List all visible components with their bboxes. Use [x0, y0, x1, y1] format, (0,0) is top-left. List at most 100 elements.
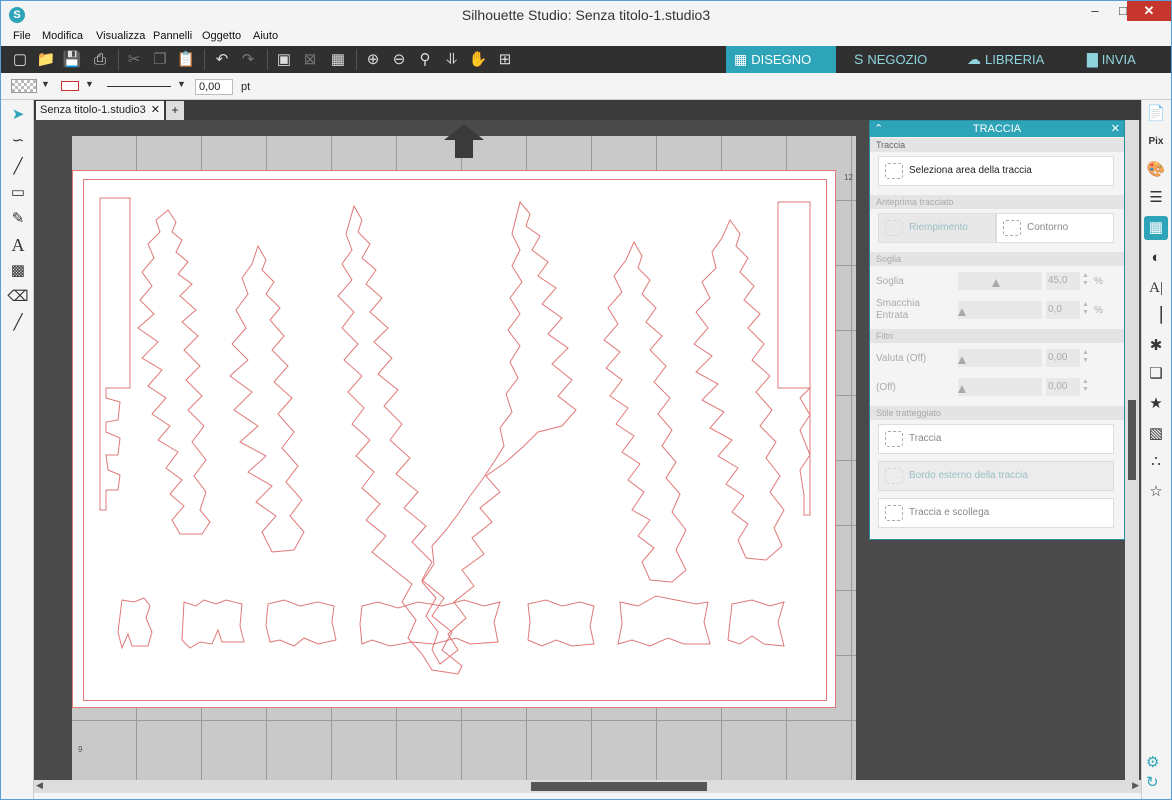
save-icon[interactable]: 💾 — [61, 49, 83, 70]
trace-panel-header: ⌃ TRACCIA ✕ — [870, 121, 1124, 137]
slider-knob[interactable] — [992, 279, 1000, 287]
spinner-arrows-icon[interactable]: ▲ ▼ — [1082, 301, 1089, 317]
text-style-icon[interactable]: A| — [1144, 276, 1168, 300]
fill-color-icon[interactable]: 🎨 — [1144, 158, 1168, 182]
select-all-icon[interactable]: ▦ — [327, 49, 349, 70]
close-panel-icon[interactable]: ✕ — [1111, 121, 1120, 137]
spinner-arrows-icon[interactable]: ▲ ▼ — [1082, 378, 1089, 394]
blur-value[interactable]: 0,0 — [1046, 301, 1080, 319]
settings-gear-icon[interactable]: ⚙ — [1146, 753, 1159, 771]
text-tool-icon[interactable]: A — [7, 234, 29, 256]
zoom-in-icon[interactable]: ⊕ — [362, 49, 384, 70]
star-icon[interactable]: ☆ — [1144, 480, 1168, 504]
select-arrow-icon[interactable]: ➤ — [7, 104, 29, 126]
zoom-selection-icon[interactable]: ⚲ — [414, 49, 436, 70]
collapse-icon[interactable]: ⌃ — [874, 121, 883, 137]
knife-icon[interactable]: ▧ — [1144, 422, 1168, 446]
scroll-left-icon[interactable]: ◀ — [36, 780, 43, 791]
group-icon[interactable]: ▣ — [273, 49, 295, 70]
trace-detach-button[interactable]: Traccia e scollega — [878, 498, 1114, 528]
print-icon[interactable]: ⎙ — [89, 49, 111, 70]
open-folder-icon[interactable]: 📁 — [35, 49, 57, 70]
tab-invia[interactable]: ▇ INVIA — [1079, 46, 1169, 73]
menu-aiuto[interactable]: Aiuto — [253, 30, 278, 42]
modify-icon[interactable]: ❏ — [1144, 362, 1168, 386]
replicate-icon[interactable]: ✱ — [1144, 334, 1168, 358]
fill-tool-icon[interactable]: ▩ — [7, 260, 29, 282]
line-style-selector[interactable] — [107, 86, 171, 87]
filter2-slider[interactable] — [958, 378, 1042, 396]
transform-icon[interactable]: ◐ — [1144, 246, 1168, 270]
zoom-out-icon[interactable]: ⊖ — [388, 49, 410, 70]
cut-icon[interactable]: ✂ — [123, 49, 145, 70]
slider-knob[interactable] — [958, 308, 966, 316]
outline-preview-button[interactable]: Contorno — [996, 213, 1114, 243]
slider-knob[interactable] — [958, 356, 966, 364]
minimize-button[interactable]: – — [1081, 1, 1109, 21]
menu-visualizza[interactable]: Visualizza — [96, 30, 145, 42]
undo-icon[interactable]: ↶ — [211, 49, 233, 70]
threshold-value[interactable]: 45,0 — [1046, 272, 1080, 290]
vertical-scroll-thumb[interactable] — [1128, 400, 1136, 480]
tree-3-shape — [337, 204, 463, 675]
spinner-arrows-icon[interactable]: ▲ ▼ — [1082, 349, 1089, 365]
pencil-tool-icon[interactable]: ✎ — [7, 208, 29, 230]
menu-modifica[interactable]: Modifica — [42, 30, 83, 42]
filter1-slider[interactable] — [958, 349, 1042, 367]
fill-color-swatch[interactable] — [11, 79, 37, 93]
slider-knob[interactable] — [958, 385, 966, 393]
tab-libreria[interactable]: ☁ LIBRERIA — [959, 46, 1059, 73]
chevron-down-icon[interactable]: ▼ — [85, 79, 94, 89]
rectangle-tool-icon[interactable]: ▭ — [7, 182, 29, 204]
page-settings-icon[interactable]: 📄 — [1144, 102, 1168, 126]
fit-to-page-icon[interactable]: ⥥ — [441, 49, 463, 70]
new-document-icon[interactable]: ▢ — [9, 49, 31, 70]
blur-slider[interactable] — [958, 301, 1042, 319]
ungroup-icon[interactable]: ⊠ — [299, 49, 321, 70]
pixscan-icon[interactable]: Pix — [1144, 130, 1168, 154]
trace-outer-edge-button[interactable]: Bordo esterno della traccia — [878, 461, 1114, 491]
tab-disegno[interactable]: ▦ DISEGNO — [726, 46, 836, 73]
copy-icon[interactable]: ❐ — [149, 49, 171, 70]
toolbar-divider — [204, 49, 205, 70]
document-tab[interactable]: Senza titolo-1.studio3 ✕ — [36, 101, 164, 120]
trace-button[interactable]: Traccia — [878, 424, 1114, 454]
redo-icon[interactable]: ↷ — [237, 49, 259, 70]
horizontal-scroll-thumb[interactable] — [531, 782, 707, 791]
offset-icon[interactable]: ★ — [1144, 392, 1168, 416]
eraser-tool-icon[interactable]: ⌫ — [7, 286, 29, 308]
threshold-slider[interactable] — [958, 272, 1042, 290]
sync-icon[interactable]: ↻ — [1146, 773, 1159, 791]
select-trace-area-button[interactable]: Seleziona area della traccia — [878, 156, 1114, 186]
paste-icon[interactable]: 📋 — [175, 49, 197, 70]
store-icon: S — [854, 51, 864, 67]
chevron-down-icon[interactable]: ▼ — [177, 79, 186, 89]
close-tab-icon[interactable]: ✕ — [151, 101, 160, 119]
filter2-value[interactable]: 0,00 — [1046, 378, 1080, 396]
line-style-icon[interactable]: ☰ — [1144, 186, 1168, 210]
menu-pannelli[interactable]: Pannelli — [153, 30, 192, 42]
rhinestone-icon[interactable]: ∴ — [1144, 450, 1168, 474]
add-page-icon[interactable]: ⊞ — [494, 49, 516, 70]
filter1-value[interactable]: 0,00 — [1046, 349, 1080, 367]
pan-hand-icon[interactable]: ✋ — [467, 49, 489, 70]
line-color-swatch[interactable] — [61, 81, 79, 91]
add-document-tab-button[interactable]: + — [166, 101, 184, 120]
scroll-right-icon[interactable]: ▶ — [1132, 780, 1139, 791]
menu-file[interactable]: File — [13, 30, 31, 42]
edit-points-icon[interactable]: ∽ — [7, 130, 29, 152]
knife-tool-icon[interactable]: ╱ — [7, 312, 29, 334]
vertical-scrollbar[interactable] — [1125, 120, 1139, 780]
line-width-input[interactable]: 0,00 — [195, 79, 233, 95]
trace-icon[interactable]: ▦ — [1144, 216, 1168, 240]
align-icon[interactable]: ▕ — [1144, 304, 1168, 328]
horizontal-scrollbar[interactable]: ◀ ▶ — [34, 780, 1141, 793]
fill-preview-button[interactable]: Riempimento — [878, 213, 996, 243]
line-tool-icon[interactable]: ╱ — [7, 156, 29, 178]
spinner-arrows-icon[interactable]: ▲ ▼ — [1082, 272, 1089, 288]
close-window-button[interactable]: ✕ — [1127, 1, 1171, 21]
menu-oggetto[interactable]: Oggetto — [202, 30, 241, 42]
design-artwork[interactable] — [72, 170, 836, 708]
chevron-down-icon[interactable]: ▼ — [41, 79, 50, 89]
tab-negozio[interactable]: S NEGOZIO — [846, 46, 946, 73]
